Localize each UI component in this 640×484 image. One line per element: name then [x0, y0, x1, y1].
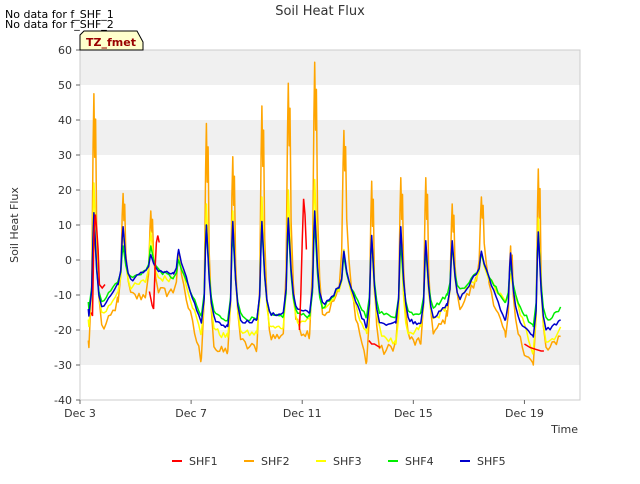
y-tick-label: -40 [54, 394, 72, 407]
grid-band [80, 225, 580, 260]
legend-label-shf1: SHF1 [189, 455, 218, 468]
chart-svg: -40-30-20-100102030405060 Dec 3 Dec 7 Dec … [5, 4, 581, 468]
x-tick-label: Dec 19 [505, 407, 544, 420]
y-axis: -40 -30 -20 -10 0 10 20 30 40 50 60 [54, 44, 80, 407]
grid-bands [80, 50, 580, 400]
grid-band [80, 155, 580, 190]
grid-band [80, 50, 580, 85]
y-tick-label: -30 [54, 359, 72, 372]
x-tick-label: Dec 15 [394, 407, 433, 420]
y-tick-label: 50 [58, 79, 72, 92]
badge: TZ_fmet [79, 30, 144, 51]
y-tick-label: 0 [65, 254, 72, 267]
legend-label-shf2: SHF2 [261, 455, 290, 468]
x-tick-label: Dec 11 [283, 407, 322, 420]
legend-label-shf4: SHF4 [405, 455, 434, 468]
x-tick-label: Dec 3 [64, 407, 96, 420]
x-axis: Dec 3 Dec 7 Dec 11 Dec 15 Dec 19 [64, 400, 544, 420]
note-2: No data for f_SHF_2 [5, 18, 114, 31]
badge-label: TZ_fmet [86, 36, 136, 49]
legend-label-shf3: SHF3 [333, 455, 362, 468]
grid-band [80, 190, 580, 225]
chart-container: -40 -30 -20 -10 0 10 20 30 40 50 60 Dec 3 Dec 7 Dec … [0, 0, 640, 480]
y-tick-label: 40 [58, 114, 72, 127]
y-tick-label: 10 [58, 219, 72, 232]
grid-band [80, 120, 580, 155]
grid-band [80, 85, 580, 120]
x-axis-label: Time [550, 423, 578, 436]
chart-title: Soil Heat Flux [275, 4, 365, 19]
y-tick-label: 60 [58, 44, 72, 57]
y-axis-label: Soil Heat Flux [8, 187, 21, 263]
y-tick-label: -20 [54, 324, 72, 337]
y-tick-label: -10 [54, 289, 72, 302]
legend: SHF1 SHF2 SHF3 SHF4 SHF5 [172, 455, 506, 468]
y-tick-label: 30 [58, 149, 72, 162]
grid-band [80, 365, 580, 400]
x-tick-label: Dec 7 [175, 407, 207, 420]
y-tick-label: 20 [58, 184, 72, 197]
legend-label-shf5: SHF5 [477, 455, 506, 468]
